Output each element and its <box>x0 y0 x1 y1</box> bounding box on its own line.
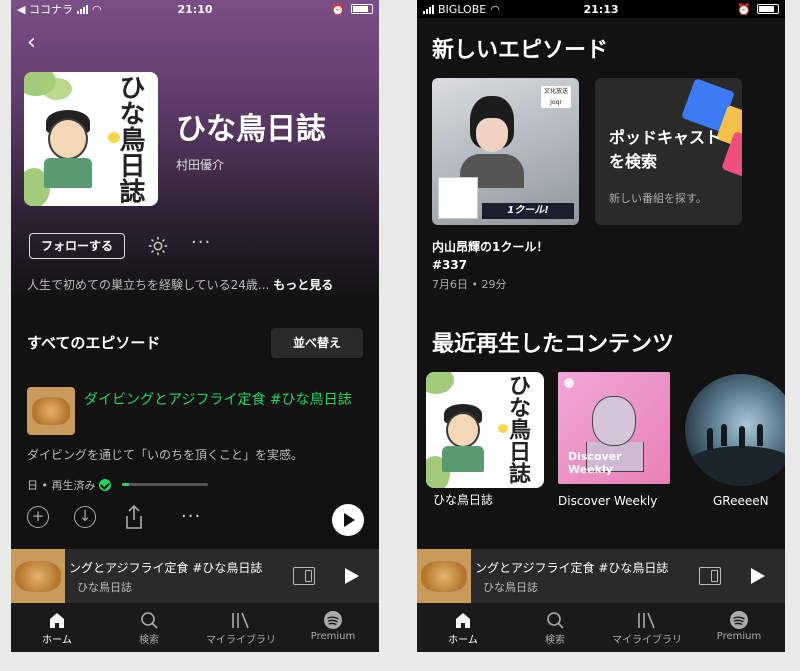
tab-search[interactable]: 検索 <box>509 603 601 652</box>
more-options-icon[interactable]: ··· <box>191 232 211 253</box>
tab-label: マイライブラリ <box>612 635 682 646</box>
show-banner: 1クール! <box>482 203 574 219</box>
recent-item-discover-weekly[interactable]: Discover Weekly <box>558 372 670 484</box>
tab-bar: ホーム 検索 マイライブラリ Premium <box>417 603 785 652</box>
cover-title: ひな鳥日誌 <box>505 374 531 484</box>
mini-player-thumbnail <box>417 549 471 603</box>
recently-played-heading: 最近再生したコンテンツ <box>432 332 675 357</box>
episode-progress-bar <box>122 483 208 486</box>
spotify-icon <box>730 611 748 629</box>
sort-button[interactable]: 並べ替え <box>271 328 363 358</box>
spotify-icon <box>564 378 574 388</box>
new-episodes-heading: 新しいエピソード <box>432 38 609 63</box>
spotify-icon <box>324 611 342 629</box>
home-screen: BIGLOBE ◠ 21:13 ⏰ 新しいエピソード 文化放送 Joqr 1クー… <box>417 0 785 652</box>
tab-label: 検索 <box>545 635 565 646</box>
episode-title[interactable]: ダイビングとアジフライ定食 #ひな鳥日誌 <box>84 390 364 410</box>
discover-weekly-cover-text: Discover Weekly <box>568 450 622 476</box>
tab-bar: ホーム 検索 マイライブラリ Premium <box>11 603 379 652</box>
episode-more-icon[interactable]: ··· <box>181 506 201 527</box>
tab-label: Premium <box>310 631 356 642</box>
episode-actions: + ↓ ··· <box>27 504 367 536</box>
all-episodes-heading: すべてのエピソード <box>27 334 161 352</box>
played-label: 日 • 再生済み <box>27 479 96 492</box>
tab-label: Premium <box>716 631 762 642</box>
cover-title: ひな鳥日誌 <box>115 74 145 204</box>
tab-search[interactable]: 検索 <box>103 603 195 652</box>
recent-item-label: GReeeeN <box>713 494 769 508</box>
tab-home[interactable]: ホーム <box>417 603 509 652</box>
search-card-subtitle: 新しい番組を探す。 <box>609 192 707 205</box>
follow-button[interactable]: フォローする <box>29 233 125 259</box>
search-icon <box>547 612 564 629</box>
back-button[interactable]: ‹ <box>27 30 36 55</box>
search-icon <box>141 612 158 629</box>
episode-card-meta: 7月6日 • 29分 <box>432 278 507 291</box>
podcast-author[interactable]: 村田優介 <box>176 156 224 173</box>
search-card-title: ポッドキャストを検索 <box>609 128 722 171</box>
mini-player-thumbnail <box>11 549 65 603</box>
host-photo <box>460 96 524 188</box>
tab-library[interactable]: マイライブラリ <box>601 603 693 652</box>
tab-premium[interactable]: Premium <box>287 603 379 652</box>
description-text: 人生で初めての巣立ちを経験している24歳... <box>27 278 270 292</box>
download-icon[interactable]: ↓ <box>74 506 96 528</box>
home-icon <box>456 613 470 628</box>
status-bar: ◀ ココナラ ◠ 21:10 ⏰ <box>11 0 379 18</box>
recent-item-label: ひな鳥日誌 <box>433 493 494 507</box>
mini-play-button[interactable] <box>751 568 765 584</box>
podcast-cover: ひな鳥日誌 <box>24 72 158 206</box>
connect-device-icon[interactable] <box>293 567 315 585</box>
episode-thumbnail[interactable] <box>27 387 75 435</box>
station-logo: 文化放送 Joqr <box>541 86 571 108</box>
episode-card[interactable]: 文化放送 Joqr 1クール! <box>432 78 579 225</box>
mini-player-title: ングとアジフライ定食 #ひな鳥日誌 <box>69 561 263 575</box>
play-episode-button[interactable] <box>332 504 364 536</box>
share-icon[interactable] <box>123 504 145 530</box>
mini-player[interactable]: ングとアジフライ定食 #ひな鳥日誌 ひな鳥日誌 <box>11 549 379 603</box>
podcast-screen: ◀ ココナラ ◠ 21:10 ⏰ ‹ ひな鳥日誌 ひな鳥日誌 村田優介 フォロー… <box>11 0 379 652</box>
connect-device-icon[interactable] <box>699 567 721 585</box>
episode-card-number: #337 <box>432 258 468 272</box>
episode-card-name: 内山昂輝の1クール！ <box>432 240 549 254</box>
podcast-description: 人生で初めての巣立ちを経験している24歳... もっと見る <box>27 276 367 294</box>
recent-item-greeeeen[interactable] <box>685 374 785 486</box>
status-time: 21:10 <box>177 2 213 16</box>
library-icon <box>232 612 249 629</box>
gear-icon[interactable] <box>147 235 169 257</box>
episode-card-title[interactable]: 内山昂輝の1クール！ #337 <box>432 238 548 274</box>
tab-library[interactable]: マイライブラリ <box>195 603 287 652</box>
mini-play-button[interactable] <box>345 568 359 584</box>
mini-player-subtitle: ひな鳥日誌 <box>483 581 538 594</box>
tab-home[interactable]: ホーム <box>11 603 103 652</box>
recent-item-hinadori[interactable]: ひな鳥日誌 <box>426 372 544 488</box>
show-more-link[interactable]: もっと見る <box>273 278 333 292</box>
inset-photo <box>438 177 478 219</box>
status-bar: BIGLOBE ◠ 21:13 ⏰ <box>417 0 785 18</box>
mini-player[interactable]: ングとアジフライ定食 #ひな鳥日誌 ひな鳥日誌 <box>417 549 785 603</box>
home-icon <box>50 613 64 628</box>
tab-label: ホーム <box>42 635 72 646</box>
tab-label: ホーム <box>448 635 478 646</box>
mini-player-subtitle: ひな鳥日誌 <box>77 581 132 594</box>
podcast-title: ひな鳥日誌 <box>176 112 326 147</box>
tab-premium[interactable]: Premium <box>693 603 785 652</box>
status-time: 21:13 <box>583 2 619 16</box>
tab-label: 検索 <box>139 635 159 646</box>
episode-description: ダイビングを通じて「いのちを頂くこと」を実感。 <box>27 448 304 462</box>
mini-player-title: ングとアジフライ定食 #ひな鳥日誌 <box>475 561 669 575</box>
recent-item-label: Discover Weekly <box>558 494 658 508</box>
library-icon <box>638 612 655 629</box>
tab-label: マイライブラリ <box>206 635 276 646</box>
episode-progress-fill <box>122 483 129 486</box>
played-status: 日 • 再生済み <box>27 477 112 493</box>
add-icon[interactable]: + <box>27 506 49 528</box>
search-podcasts-card[interactable]: ポッドキャストを検索 新しい番組を探す。 <box>595 78 742 225</box>
check-icon <box>99 479 112 491</box>
